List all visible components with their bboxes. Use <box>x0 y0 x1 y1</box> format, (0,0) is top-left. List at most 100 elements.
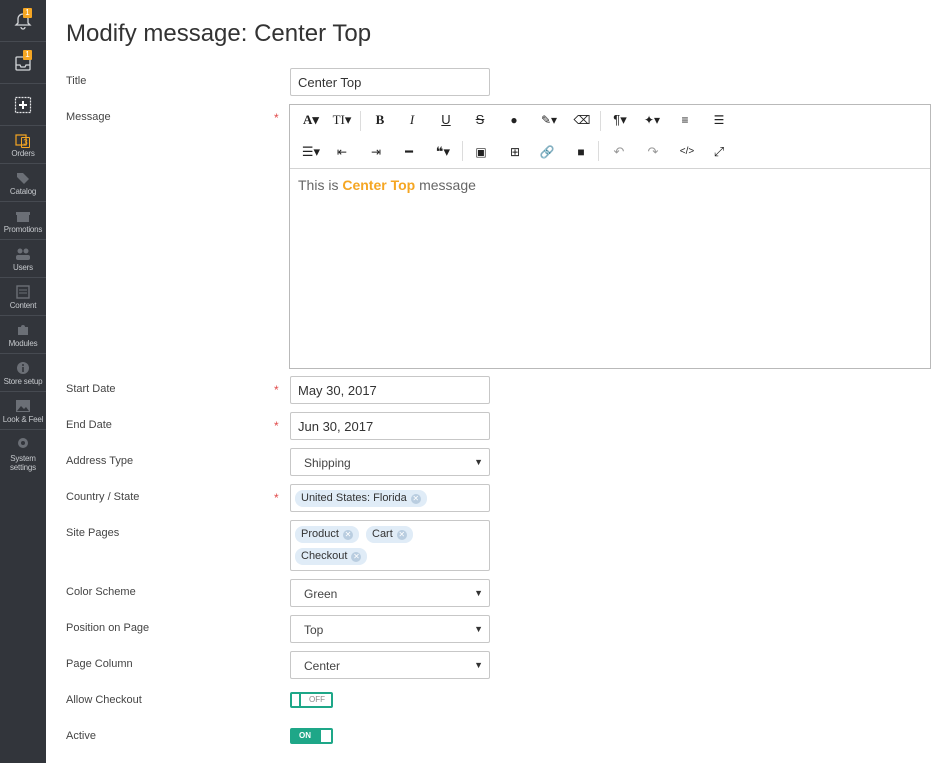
ordered-list-icon[interactable]: ≡ <box>676 111 694 129</box>
video-icon[interactable]: ■ <box>572 143 590 161</box>
sidebar-item-users[interactable]: Users <box>0 240 46 278</box>
address-type-select[interactable]: Shipping ▼ <box>290 448 490 476</box>
align-dropdown-icon[interactable]: ☰▾ <box>299 143 323 161</box>
page-title: Modify message: Center Top <box>66 20 372 47</box>
sidebar-item-label: Users <box>13 263 33 272</box>
address-type-value: Shipping <box>304 456 351 470</box>
chevron-down-icon: ▼ <box>474 457 483 467</box>
site-pages-field[interactable]: Product ✕ Cart ✕ Checkout ✕ <box>290 520 490 571</box>
unordered-list-icon[interactable]: ☰ <box>710 111 728 129</box>
required-mark: * <box>274 111 279 125</box>
message-editor[interactable]: A▾ TI▾ B I U S ● ✎▾ ⌫ ¶▾ ✦▾ ≡ ☰ ☰▾ ⇤ ⇥ ━… <box>289 104 931 369</box>
allow-checkout-toggle[interactable]: OFF <box>290 692 333 708</box>
end-date-label: End Date <box>66 419 112 431</box>
sidebar-item-system-settings[interactable]: System settings <box>0 430 46 482</box>
messages-badge: 1 <box>23 50 32 60</box>
brush-icon[interactable]: ✎▾ <box>536 111 562 129</box>
allow-checkout-label: Allow Checkout <box>66 694 142 706</box>
gift-icon <box>16 212 30 222</box>
sidebar-item-orders[interactable]: 3 Orders <box>0 126 46 164</box>
sidebar-item-label: Look & Feel <box>2 415 44 424</box>
sidebar-item-label: System settings <box>10 454 36 472</box>
sidebar-item-label: Store setup <box>3 377 43 386</box>
add-button[interactable] <box>0 84 46 126</box>
active-toggle[interactable]: ON <box>290 728 333 744</box>
color-scheme-label: Color Scheme <box>66 586 136 598</box>
position-label: Position on Page <box>66 622 150 634</box>
puzzle-icon <box>18 325 28 335</box>
site-page-tag: Cart ✕ <box>366 526 413 543</box>
toolbar-separator <box>600 111 601 131</box>
remove-tag-icon[interactable]: ✕ <box>410 494 421 504</box>
color-scheme-select[interactable]: Green ▼ <box>290 579 490 607</box>
orders-badge: 3 <box>21 137 30 148</box>
font-size-button[interactable]: A▾ <box>299 111 323 129</box>
sidebar-item-content[interactable]: Content <box>0 278 46 316</box>
italic-button[interactable]: I <box>402 111 422 129</box>
page-column-select[interactable]: Center ▼ <box>290 651 490 679</box>
end-date-input[interactable]: Jun 30, 2017 <box>290 412 490 440</box>
site-page-tag: Checkout ✕ <box>295 548 368 565</box>
tag-label: Product <box>301 528 339 540</box>
text-height-button[interactable]: TI▾ <box>330 111 354 129</box>
message-text-prefix: This is <box>298 177 343 193</box>
remove-tag-icon[interactable]: ✕ <box>342 530 353 540</box>
site-page-tag: Product ✕ <box>295 526 359 543</box>
editor-content[interactable]: This is Center Top message <box>298 177 476 193</box>
content-icon <box>16 285 30 299</box>
eraser-icon[interactable]: ⌫ <box>572 111 592 129</box>
position-select[interactable]: Top ▼ <box>290 615 490 643</box>
sidebar-item-promotions[interactable]: Promotions <box>0 202 46 240</box>
underline-button[interactable]: U <box>436 111 456 129</box>
sidebar-item-look-feel[interactable]: Look & Feel <box>0 392 46 430</box>
link-icon[interactable]: 🔗 <box>538 143 556 161</box>
magic-icon[interactable]: ✦▾ <box>640 111 664 129</box>
bold-button[interactable]: B <box>370 111 390 129</box>
sidebar-item-label: Modules <box>8 339 38 348</box>
users-icon <box>16 248 30 260</box>
chevron-down-icon: ▼ <box>474 660 483 670</box>
sidebar: 1 1 3 Orders Catalog Promotions Users Co… <box>0 0 46 763</box>
image-insert-icon[interactable]: ▣ <box>472 143 490 161</box>
outdent-icon[interactable]: ⇤ <box>333 143 351 161</box>
paragraph-button[interactable]: ¶▾ <box>608 111 632 129</box>
start-date-label: Start Date <box>66 383 116 395</box>
redo-icon[interactable]: ↷ <box>644 143 662 161</box>
info-icon <box>17 362 29 374</box>
page-column-value: Center <box>304 659 341 673</box>
title-label: Title <box>66 75 87 87</box>
sidebar-item-modules[interactable]: Modules <box>0 316 46 354</box>
toolbar-separator <box>360 111 361 131</box>
toggle-state: OFF <box>309 695 325 704</box>
notifications-button[interactable]: 1 <box>0 0 46 42</box>
remove-tag-icon[interactable]: ✕ <box>396 530 407 540</box>
tag-label: Cart <box>372 528 393 540</box>
sidebar-item-label: Promotions <box>3 225 43 234</box>
quote-icon[interactable]: ❝▾ <box>430 143 456 161</box>
table-icon[interactable]: ⊞ <box>506 143 524 161</box>
toggle-knob <box>321 730 331 742</box>
required-mark: * <box>274 383 279 397</box>
message-label: Message <box>66 111 111 123</box>
color-drop-icon[interactable]: ● <box>504 111 524 129</box>
start-date-input[interactable]: May 30, 2017 <box>290 376 490 404</box>
undo-icon[interactable]: ↶ <box>610 143 628 161</box>
horizontal-rule-icon[interactable]: ━ <box>400 143 418 161</box>
sidebar-item-catalog[interactable]: Catalog <box>0 164 46 202</box>
active-label: Active <box>66 730 96 742</box>
fullscreen-icon[interactable]: ⤢ <box>710 143 728 161</box>
position-value: Top <box>304 623 324 637</box>
messages-button[interactable]: 1 <box>0 42 46 84</box>
country-state-field[interactable]: United States: Florida ✕ <box>290 484 490 512</box>
required-mark: * <box>274 491 279 505</box>
tag-icon <box>17 173 29 184</box>
title-input[interactable]: Center Top <box>290 68 490 96</box>
chevron-down-icon: ▼ <box>474 624 483 634</box>
address-type-label: Address Type <box>66 455 134 467</box>
message-text-highlight: Center Top <box>342 177 416 193</box>
indent-icon[interactable]: ⇥ <box>367 143 385 161</box>
remove-tag-icon[interactable]: ✕ <box>351 552 362 562</box>
strikethrough-button[interactable]: S <box>470 111 490 129</box>
code-view-icon[interactable]: </> <box>677 143 697 161</box>
sidebar-item-store-setup[interactable]: Store setup <box>0 354 46 392</box>
